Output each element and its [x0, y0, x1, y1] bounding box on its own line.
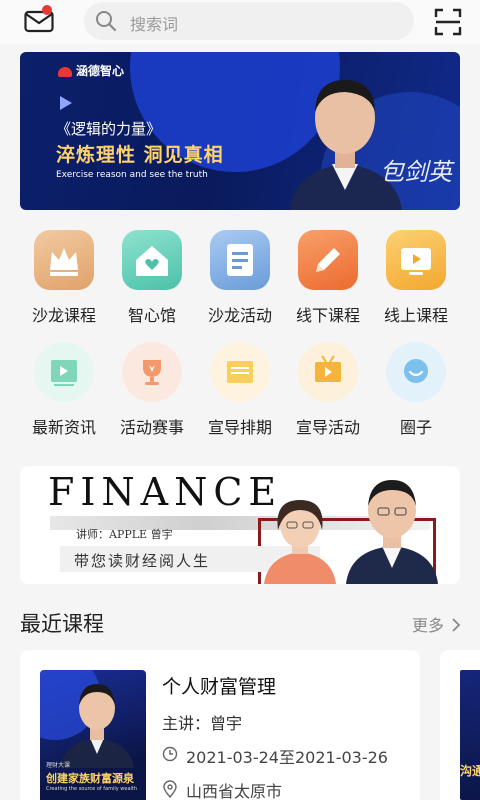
- home-heart-icon: [122, 230, 182, 290]
- tv-icon: [386, 230, 446, 290]
- crown-icon: [34, 230, 94, 290]
- grid-item-salon-course[interactable]: 沙龙课程: [20, 230, 108, 326]
- scan-icon[interactable]: [434, 8, 462, 36]
- course-thumbnail: 沟通: [460, 670, 480, 800]
- grid-label: 智心馆: [127, 306, 176, 325]
- chat-bubble-icon: [386, 342, 446, 402]
- chevron-right-icon: [452, 618, 461, 632]
- grid-item-schedule[interactable]: 宣导排期: [196, 342, 284, 438]
- calendar-icon: [210, 342, 270, 402]
- section-title: 最近课程: [20, 612, 104, 636]
- grid-item-mind-hall[interactable]: 智心馆: [108, 230, 196, 326]
- tv-play-icon: [298, 342, 358, 402]
- clock-icon: [162, 746, 178, 762]
- pencil-icon: [298, 230, 358, 290]
- top-bar: 搜索词: [0, 0, 480, 44]
- more-label: 更多: [412, 616, 445, 635]
- hero-banner[interactable]: 涵德智心 《逻辑的力量》 淬炼理性 洞见真相 Exercise reason a…: [20, 52, 460, 210]
- course-name: 个人财富管理: [162, 676, 277, 698]
- finance-tagline: 带您读财经阅人生: [74, 552, 211, 570]
- search-bar[interactable]: 搜索词: [84, 2, 414, 40]
- grid-label: 线下课程: [295, 306, 360, 325]
- grid-item-salon-activity[interactable]: 沙龙活动: [196, 230, 284, 326]
- notification-dot: [42, 5, 52, 15]
- grid-label: 沙龙活动: [207, 306, 272, 325]
- banner-title: 《逻辑的力量》: [56, 120, 162, 138]
- thumbnail-label: 理财大课: [46, 762, 71, 769]
- grid-item-events[interactable]: 活动赛事: [108, 342, 196, 438]
- course-date-range: 2021-03-24至2021-03-26: [186, 748, 388, 767]
- banner-signature: 包剑英: [380, 158, 452, 186]
- banner-logo: 涵德智心: [58, 62, 124, 79]
- more-link[interactable]: 更多: [412, 612, 461, 636]
- grid-item-online-course[interactable]: 线上课程: [372, 230, 460, 326]
- finance-title: FINANCE: [48, 470, 283, 514]
- thumbnail-title: 创建家族财富源泉: [46, 772, 134, 785]
- course-thumbnail: 理财大课 创建家族财富源泉 Creating the source of fam…: [40, 670, 146, 800]
- document-icon: [210, 230, 270, 290]
- grid-label: 宣导活动: [295, 418, 360, 437]
- news-icon: [34, 342, 94, 402]
- lecturer-photo: [264, 500, 336, 584]
- grid-item-news[interactable]: 最新资讯: [20, 342, 108, 438]
- thumbnail-subtitle: Creating the source of family wealth: [46, 786, 138, 792]
- finance-banner[interactable]: FINANCE 讲师：APPLE 曾宇 带您读财经阅人生: [20, 466, 460, 584]
- grid-label: 圈子: [399, 418, 432, 437]
- grid-item-offline-course[interactable]: 线下课程: [284, 230, 372, 326]
- speaker-photo: [290, 80, 402, 210]
- thumbnail-title: 沟通: [460, 764, 480, 778]
- grid-label: 线上课程: [383, 306, 448, 325]
- play-icon: [60, 96, 72, 110]
- grid-label: 沙龙课程: [31, 306, 96, 325]
- course-card[interactable]: 理财大课 创建家族财富源泉 Creating the source of fam…: [20, 650, 420, 800]
- course-location-text: 山西省太原市: [186, 782, 283, 800]
- grid-label: 活动赛事: [119, 418, 184, 437]
- course-teacher: 主讲：曾宇: [162, 714, 243, 733]
- banner-slogan: 淬炼理性 洞见真相: [56, 144, 224, 166]
- search-icon: [96, 11, 117, 32]
- lecturer-photo: [60, 684, 134, 768]
- finance-lecturer: 讲师：APPLE 曾宇: [76, 528, 173, 541]
- location-pin-icon: [163, 780, 177, 798]
- course-card[interactable]: 沟通: [440, 650, 480, 800]
- search-placeholder: 搜索词: [130, 15, 179, 34]
- lecturer-photo: [346, 480, 438, 584]
- trophy-icon: [122, 342, 182, 402]
- grid-label: 宣导排期: [207, 418, 272, 437]
- banner-subtitle: Exercise reason and see the truth: [56, 170, 208, 180]
- grid-label: 最新资讯: [31, 418, 96, 437]
- grid-item-promo-activity[interactable]: 宣导活动: [284, 342, 372, 438]
- grid-item-circle[interactable]: 圈子: [372, 342, 460, 438]
